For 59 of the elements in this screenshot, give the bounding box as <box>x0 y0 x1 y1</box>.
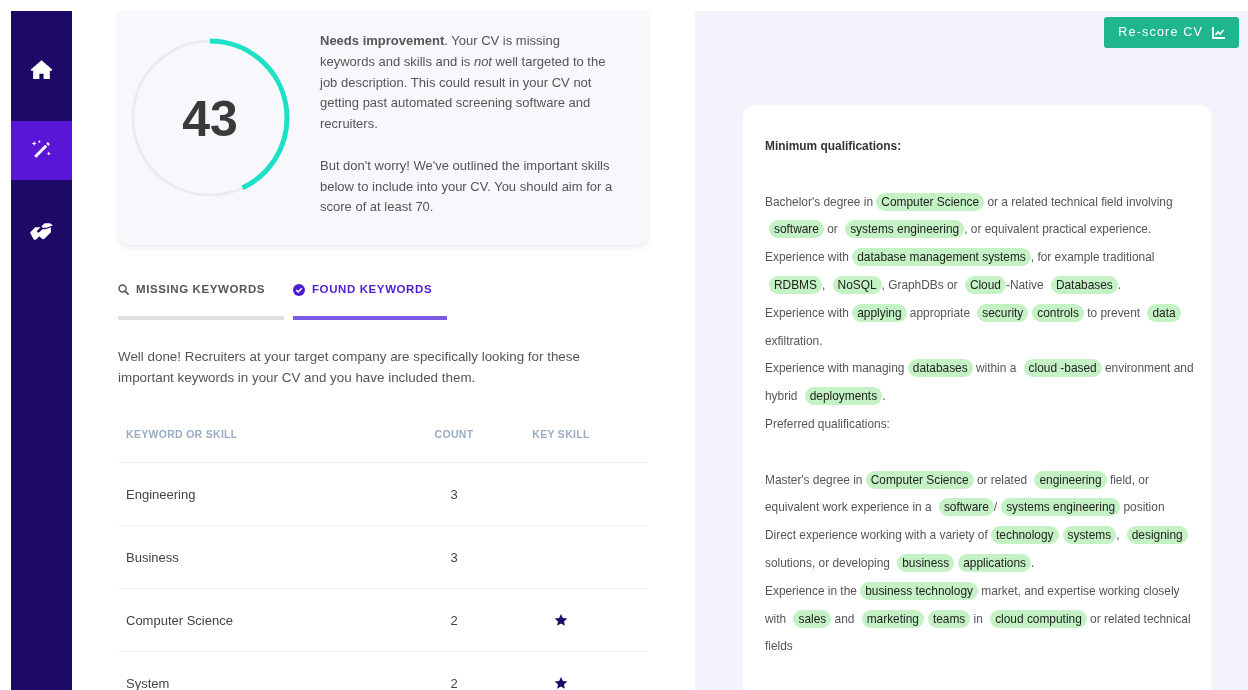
job-requirement-text: Experience with managing databases within a cloud -based environment and hybrid deployments . <box>765 358 1195 408</box>
keyword-highlight: systems engineering <box>845 220 965 239</box>
job-requirement-text: Experience with applying appropriate security controls to prevent data exfiltration. <box>765 299 1199 356</box>
check-circle-icon <box>293 283 305 296</box>
column-header: KEY SKILL <box>531 427 591 443</box>
tab[interactable]: FOUND KEYWORDS <box>293 281 447 321</box>
table-cell-text: Business <box>125 548 180 567</box>
keyword-highlight: marketing <box>861 609 924 628</box>
column-header: COUNT <box>433 427 475 443</box>
job-requirement-text: Experience in the business technology market, and expertise working closely with sales and marketing teams in cloud computing or related technical fields <box>765 580 1192 656</box>
table-cell-text: System <box>125 674 171 690</box>
table-cell-text: 2 <box>449 611 459 630</box>
intro-text: Well done! Recruiters at your target company are specifically looking for these important keywords in your CV and you have included them. <box>118 348 581 388</box>
keyword-highlight: Computer Science <box>865 470 974 489</box>
keyword-highlight: business technology <box>860 581 978 600</box>
column-header: KEYWORD OR SKILL <box>125 427 239 443</box>
score-description: Needs improvement. Your CV is missing keywords and skills and is not well targeted to the job description. This could result in your CV not getting past automated screening software and recruiters. <box>320 32 607 134</box>
keyword-highlight: cloud computing <box>990 609 1087 628</box>
keyword-highlight: business <box>897 553 955 572</box>
keyword-highlight: sales <box>793 609 832 628</box>
keyword-highlight: designing <box>1126 526 1188 545</box>
keyword-highlight: systems <box>1062 526 1117 545</box>
section-heading: Preferred qualifications: <box>765 415 891 433</box>
keyword-highlight: databases <box>907 359 973 378</box>
table-cell-text: 3 <box>449 485 459 504</box>
score-gauge: 43 <box>130 38 290 198</box>
keyword-highlight: technology <box>991 526 1059 545</box>
section-heading: Minimum qualifications: <box>765 138 903 155</box>
keyword-highlight: applications <box>958 553 1031 572</box>
keyword-highlight: software <box>769 220 824 239</box>
keyword-highlight: Computer Science <box>876 192 985 211</box>
job-requirement-text: Experience with database management systems , for example traditional RDBMS , NoSQL , GraphDBs or Cloud -Native Databases . <box>765 247 1156 296</box>
table-cell-text: 3 <box>449 548 459 567</box>
keyword-highlight: engineering <box>1034 470 1107 489</box>
keyword-highlight: security <box>977 303 1029 322</box>
keyword-highlight: Cloud <box>964 276 1006 294</box>
job-requirement-text: Direct experience working with a variety of technology systems , designing solutions, or developing business applications . <box>765 522 1199 578</box>
home-icon <box>29 57 54 82</box>
keyword-highlight: software <box>938 498 994 517</box>
keyword-highlight: data <box>1147 303 1181 322</box>
tab[interactable]: MISSING KEYWORDS <box>118 281 284 321</box>
keyword-highlight: controls <box>1032 303 1084 322</box>
keyword-highlight: NoSQL <box>832 276 882 294</box>
score-description: But don't worry! We've outlined the important skills below to include into your CV. You should aim for a score of at least 70. <box>320 156 614 217</box>
job-requirement-text: Master's degree in Computer Science or related engineering field, or equivalent work experience in a software / systems engineering position <box>765 469 1166 519</box>
keyword-highlight: RDBMS <box>769 276 822 294</box>
keyword-highlight: deployments <box>804 387 883 406</box>
table-cell-text: Computer Science <box>125 611 234 630</box>
search-icon <box>118 284 129 296</box>
table-cell-text: Engineering <box>125 485 197 504</box>
table-cell-text: 2 <box>449 674 459 690</box>
keyword-highlight: teams <box>927 609 971 628</box>
keyword-highlight: cloud -based <box>1023 359 1102 378</box>
keyword-highlight: Databases <box>1050 276 1118 294</box>
keyword-highlight: systems engineering <box>1001 498 1121 517</box>
job-requirement-text: Bachelor's degree in Computer Science or a related technical field involving software or systems engineering , or equivalent practical experience. <box>765 191 1174 241</box>
chart-icon <box>1212 26 1225 39</box>
keyword-highlight: database management systems <box>852 248 1031 267</box>
keyword-highlight: applying <box>852 303 907 322</box>
